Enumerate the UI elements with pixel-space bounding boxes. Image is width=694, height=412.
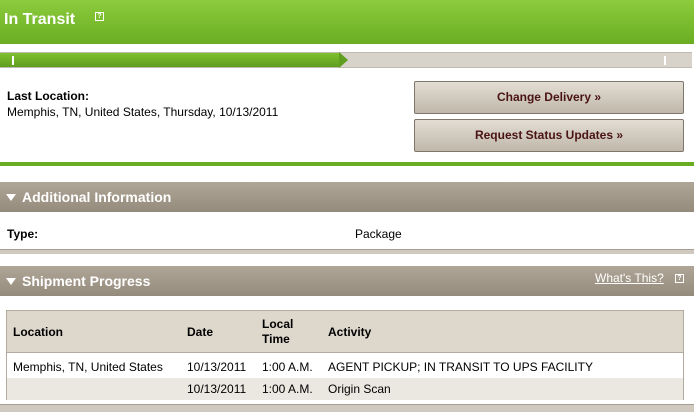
- cell-activity: Origin Scan: [328, 382, 391, 396]
- progress-end-notch: [664, 56, 666, 65]
- table-header: Location Date Local Time Activity: [7, 311, 683, 353]
- shipment-progress-bar: [0, 44, 694, 74]
- progress-fill: [0, 53, 339, 67]
- column-header-local-time-line1: Local: [262, 317, 294, 331]
- table-row: 10/13/2011 1:00 A.M. Origin Scan: [7, 378, 683, 400]
- location-panel: Last Location: Memphis, TN, United State…: [0, 74, 694, 166]
- column-header-activity: Activity: [328, 325, 372, 339]
- shipment-progress-table: Location Date Local Time Activity Memphi…: [6, 310, 684, 400]
- cell-time: 1:00 A.M.: [262, 360, 313, 374]
- collapse-triangle-icon[interactable]: [6, 278, 16, 285]
- additional-information-body: Type: Package: [0, 212, 694, 250]
- table-row: Memphis, TN, United States 10/13/2011 1:…: [7, 356, 683, 378]
- column-header-date: Date: [187, 325, 214, 339]
- progress-start-notch: [12, 56, 14, 65]
- progress-arrow-icon: [339, 52, 348, 68]
- help-icon[interactable]: ?: [675, 274, 684, 283]
- cell-date: 10/13/2011: [187, 360, 247, 374]
- collapse-triangle-icon[interactable]: [6, 194, 16, 201]
- cell-activity: AGENT PICKUP; IN TRANSIT TO UPS FACILITY: [328, 360, 593, 374]
- whats-this-link[interactable]: What's This?: [595, 271, 664, 285]
- last-location-label: Last Location:: [7, 89, 90, 103]
- last-location-value: Memphis, TN, United States, Thursday, 10…: [7, 105, 279, 119]
- request-status-updates-button[interactable]: Request Status Updates »: [414, 119, 684, 152]
- shipment-progress-title: Shipment Progress: [22, 273, 151, 289]
- section-divider: [0, 404, 694, 412]
- change-delivery-button[interactable]: Change Delivery »: [414, 81, 684, 114]
- type-label: Type:: [7, 227, 39, 241]
- progress-track: [0, 52, 692, 68]
- cell-time: 1:00 A.M.: [262, 382, 313, 396]
- cell-date: 10/13/2011: [187, 382, 247, 396]
- section-divider: [0, 249, 694, 254]
- additional-information-title: Additional Information: [22, 189, 172, 205]
- column-header-local-time-line2: Time: [262, 332, 290, 346]
- help-icon[interactable]: ?: [95, 12, 104, 21]
- column-header-location: Location: [13, 325, 63, 339]
- shipment-progress-header[interactable]: Shipment Progress What's This? ?: [0, 266, 694, 296]
- shipment-progress-body: Location Date Local Time Activity Memphi…: [0, 296, 694, 412]
- status-title: In Transit: [4, 11, 76, 28]
- type-value: Package: [355, 227, 402, 241]
- status-header: In Transit ?: [0, 0, 694, 44]
- additional-information-header[interactable]: Additional Information: [0, 182, 694, 212]
- cell-location: Memphis, TN, United States: [13, 360, 163, 374]
